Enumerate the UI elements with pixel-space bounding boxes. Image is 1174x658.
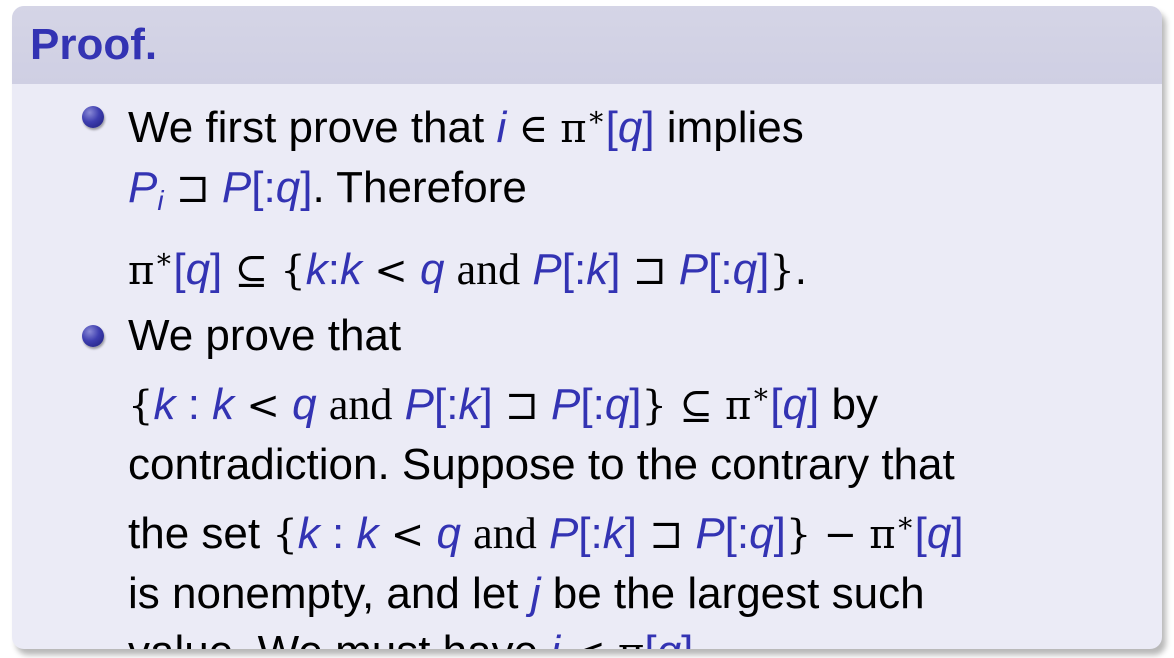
- proof-line-1-3: π∗[q] ⊆ {k:k < q and P[:k] ⊐ P[:q]}.: [128, 242, 808, 294]
- proof-item-1: We first prove that i ∈ π∗[q] implies Pi…: [12, 88, 1162, 301]
- proof-item-2: We prove that {k : k < q and P[:k] ⊐ P[:…: [12, 307, 1162, 649]
- proof-line-1-1: We first prove that i ∈ π∗[q] implies: [128, 100, 804, 152]
- proof-line-2-1: We prove that: [128, 310, 402, 360]
- proof-line-2-2: {k : k < q and P[:k] ⊐ P[:q]} ⊆ π∗[q] by: [128, 377, 878, 429]
- proof-line-2-3: contradiction. Suppose to the contrary t…: [128, 439, 955, 489]
- proof-block: Proof. We first prove that i ∈ π∗[q] imp…: [12, 6, 1162, 649]
- bullet-icon: [82, 324, 104, 347]
- proof-list: We first prove that i ∈ π∗[q] implies Pi…: [12, 88, 1162, 649]
- proof-line-1-2: Pi ⊐ P[:q]. Therefore: [128, 162, 527, 216]
- block-title: Proof.: [12, 6, 1162, 84]
- proof-line-2-4: the set {k : k < q and P[:k] ⊐ P[:q]} − …: [128, 506, 964, 558]
- bullet-icon: [82, 106, 104, 128]
- proof-line-2-5: is nonempty, and let j be the largest su…: [128, 568, 925, 618]
- proof-line-2-6: value. We must have j < π[q].: [128, 623, 1144, 649]
- block-body: We first prove that i ∈ π∗[q] implies Pi…: [12, 84, 1162, 649]
